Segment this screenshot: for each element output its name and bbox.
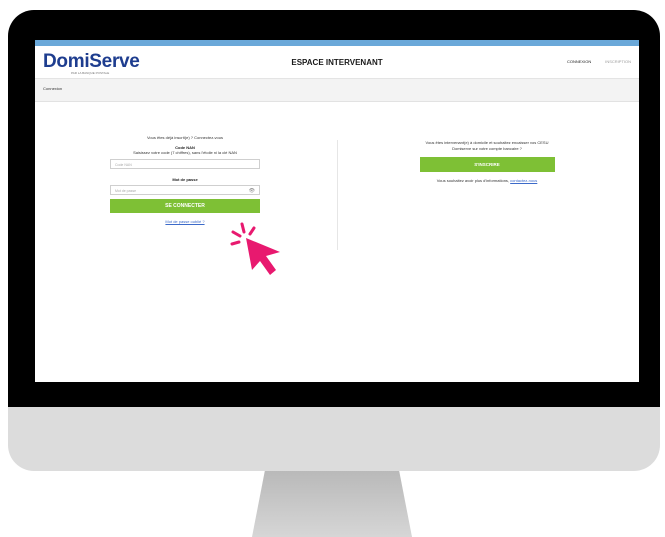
- monitor-chin: [8, 407, 660, 471]
- password-placeholder: Mot de passe: [115, 189, 137, 193]
- password-label: Mot de passe: [172, 177, 198, 182]
- login-panel: Vous êtes déjà inscrit(e) ? Connectez-vo…: [105, 135, 265, 224]
- info-line: Vous souhaitez avoir plus d'informations…: [417, 178, 557, 184]
- logo-tagline: PAR LA BANQUE POSTALE: [71, 71, 110, 75]
- hand-cursor-icon: [230, 222, 280, 275]
- nav-inscription[interactable]: INSCRIPTION: [605, 59, 631, 64]
- page-title: ESPACE INTERVENANT: [291, 58, 383, 67]
- nav-connexion[interactable]: CONNEXION: [567, 59, 591, 64]
- signup-panel: Vous êtes intervenant(e) à domicile et s…: [417, 140, 557, 184]
- browser-screen: DomiServe PAR LA BANQUE POSTALE ESPACE I…: [35, 40, 639, 382]
- eye-icon[interactable]: 👁: [249, 186, 255, 196]
- code-nan-placeholder: Code NAN: [115, 163, 132, 167]
- signup-text: Vous êtes intervenant(e) à domicile et s…: [425, 140, 549, 151]
- password-input[interactable]: Mot de passe 👁: [110, 185, 260, 195]
- monitor-stand: [252, 471, 412, 537]
- contact-link[interactable]: contactez-nous: [510, 178, 537, 183]
- code-nan-input[interactable]: Code NAN: [110, 159, 260, 169]
- column-divider: [337, 140, 338, 250]
- login-prompt: Vous êtes déjà inscrit(e) ? Connectez-vo…: [146, 135, 224, 140]
- info-text: Vous souhaitez avoir plus d'informations…: [436, 178, 510, 183]
- header-nav: CONNEXION INSCRIPTION: [567, 59, 631, 64]
- code-help: Saisissez votre code (7 chiffres), sans …: [133, 150, 237, 155]
- login-button[interactable]: SE CONNECTER: [110, 199, 260, 213]
- breadcrumb: Connexion: [35, 79, 639, 102]
- site-header: DomiServe PAR LA BANQUE POSTALE ESPACE I…: [35, 46, 639, 79]
- signup-button[interactable]: S'INSCRIRE: [419, 157, 555, 172]
